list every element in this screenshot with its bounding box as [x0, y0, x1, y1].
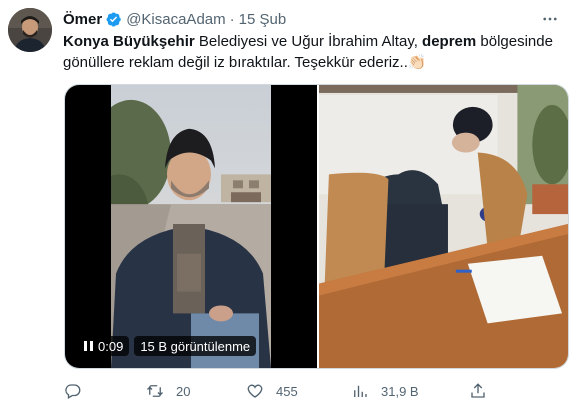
pause-button[interactable]: 0:09: [76, 336, 130, 356]
tweet-text-bold-1: Konya Büyükşehir: [63, 33, 195, 50]
heart-icon: [247, 384, 263, 398]
verified-badge-icon: [105, 11, 122, 28]
tweet-text-segment-2: Belediyesi ve Uğur İbrahim Altay,: [194, 33, 423, 50]
media-grid: 0:09 15 B görüntülenme: [64, 84, 569, 369]
retweet-button[interactable]: 20: [146, 382, 190, 400]
video-controls: 0:09 15 B görüntülenme: [76, 336, 257, 356]
share-icon: [471, 383, 485, 398]
views-count: 31,9 B: [381, 383, 419, 399]
action-bar: 20 455 31,9 B: [64, 380, 494, 402]
tweet-text: Konya Büyükşehir Belediyesi ve Uğur İbra…: [63, 31, 563, 73]
views-button[interactable]: 31,9 B: [351, 382, 419, 400]
photo[interactable]: [319, 85, 568, 368]
share-button[interactable]: [469, 382, 487, 400]
avatar[interactable]: [8, 8, 52, 52]
tweet-card[interactable]: Ömer @KisacaAdam · 15 Şub Konya Büyükşeh…: [0, 0, 582, 412]
tweet-header: Ömer @KisacaAdam · 15 Şub: [63, 9, 566, 29]
video-thumbnail: [111, 85, 271, 368]
author-name[interactable]: Ömer: [63, 11, 102, 28]
pause-icon: [84, 341, 93, 351]
more-options-icon[interactable]: [538, 7, 562, 31]
tweet-text-bold-2: deprem: [422, 33, 477, 50]
author-handle[interactable]: @KisacaAdam: [126, 11, 225, 28]
tweet-date[interactable]: 15 Şub: [239, 11, 287, 28]
reply-icon: [65, 384, 81, 399]
reply-button[interactable]: [64, 382, 94, 400]
photo-image: [319, 85, 568, 368]
analytics-icon: [354, 385, 367, 397]
like-button[interactable]: 455: [246, 382, 298, 400]
clapping-hands-emoji: 👏🏻: [407, 54, 427, 71]
retweet-count: 20: [176, 383, 191, 399]
retweet-icon: [147, 385, 163, 397]
video-views-badge: 15 B görüntülenme: [134, 336, 257, 356]
video-player[interactable]: 0:09 15 B görüntülenme: [65, 85, 317, 368]
video-time: 0:09: [98, 338, 124, 354]
separator-dot: ·: [229, 10, 235, 28]
like-count: 455: [276, 383, 298, 399]
